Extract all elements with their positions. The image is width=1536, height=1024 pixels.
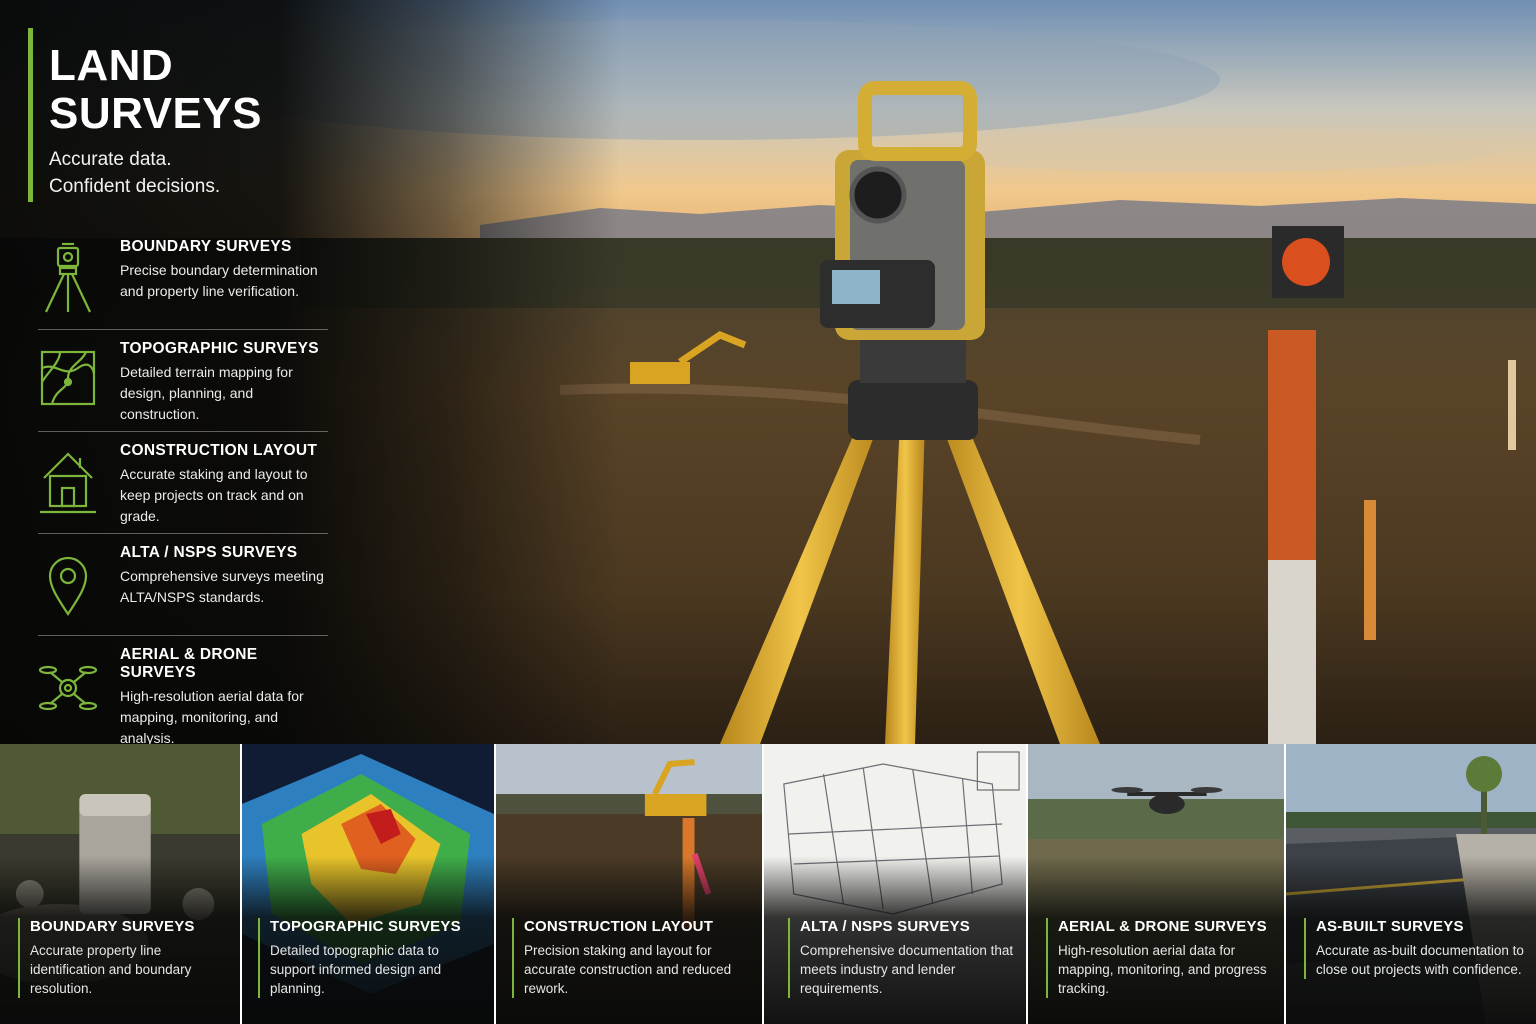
card-title: TOPOGRAPHIC SURVEYS <box>270 918 461 935</box>
service-description: Accurate staking and layout to keep proj… <box>120 466 308 524</box>
service-item-boundary[interactable]: BOUNDARY SURVEYS Precise boundary determ… <box>38 228 328 330</box>
card-shade <box>1286 744 1536 1024</box>
title-block: LAND SURVEYS Accurate data. Confident de… <box>28 28 279 202</box>
service-item-topographic[interactable]: TOPOGRAPHIC SURVEYS Detailed terrain map… <box>38 330 328 432</box>
card-description: High-resolution aerial data for mapping,… <box>1058 943 1267 996</box>
card-description: Accurate as-built documentation to close… <box>1316 943 1524 977</box>
service-description: High-resolution aerial data for mapping,… <box>120 688 304 744</box>
card-description: Precision staking and layout for accurat… <box>524 943 732 996</box>
tagline-line-1: Accurate data. <box>49 149 172 170</box>
topo-map-icon <box>40 350 96 406</box>
card-as-built-surveys[interactable]: AS-BUILT SURVEYS Accurate as-built docum… <box>1286 744 1536 1024</box>
service-title: AERIAL & DRONE SURVEYS <box>120 646 258 681</box>
service-description: Detailed terrain mapping for design, pla… <box>120 364 293 422</box>
card-description: Detailed topographic data to support inf… <box>270 943 442 996</box>
service-item-alta[interactable]: ALTA / NSPS SURVEYS Comprehensive survey… <box>38 534 328 636</box>
services-list: BOUNDARY SURVEYS Precise boundary determ… <box>38 228 328 744</box>
service-title: CONSTRUCTION LAYOUT <box>120 442 318 459</box>
service-description: Precise boundary determination and prope… <box>120 262 318 299</box>
tripod-icon <box>45 242 91 313</box>
card-description: Accurate property line identification an… <box>30 943 192 996</box>
hero-banner: LAND SURVEYS Accurate data. Confident de… <box>0 0 1536 744</box>
card-aerial-drone-surveys[interactable]: AERIAL & DRONE SURVEYS High-resolution a… <box>1028 744 1286 1024</box>
tagline-line-2: Confident decisions. <box>49 176 221 197</box>
card-description: Comprehensive documentation that meets i… <box>800 943 1014 996</box>
location-pin-icon <box>48 556 88 616</box>
service-title: BOUNDARY SURVEYS <box>120 238 292 255</box>
service-title: TOPOGRAPHIC SURVEYS <box>120 340 319 357</box>
service-title: ALTA / NSPS SURVEYS <box>120 544 298 561</box>
service-item-construction[interactable]: CONSTRUCTION LAYOUT Accurate staking and… <box>38 432 328 534</box>
card-title: AS-BUILT SURVEYS <box>1316 918 1464 935</box>
card-title: ALTA / NSPS SURVEYS <box>800 918 970 935</box>
house-layout-icon <box>40 452 96 514</box>
card-title: BOUNDARY SURVEYS <box>30 918 195 935</box>
service-description: Comprehensive surveys meeting ALTA/NSPS … <box>120 568 324 605</box>
service-cards-row: BOUNDARY SURVEYS Accurate property line … <box>0 744 1536 1024</box>
service-item-aerial[interactable]: AERIAL & DRONE SURVEYS High-resolution a… <box>38 636 328 744</box>
card-topographic-surveys[interactable]: TOPOGRAPHIC SURVEYS Detailed topographic… <box>242 744 496 1024</box>
card-construction-layout[interactable]: CONSTRUCTION LAYOUT Precision staking an… <box>496 744 764 1024</box>
card-alta-nsps-surveys[interactable]: ALTA / NSPS SURVEYS Comprehensive docume… <box>764 744 1028 1024</box>
page-title: LAND SURVEYS <box>49 41 262 138</box>
card-boundary-surveys[interactable]: BOUNDARY SURVEYS Accurate property line … <box>0 744 242 1024</box>
card-title: CONSTRUCTION LAYOUT <box>524 918 714 935</box>
drone-icon <box>38 665 98 711</box>
card-title: AERIAL & DRONE SURVEYS <box>1058 918 1267 935</box>
tagline: Accurate data. Confident decisions. <box>49 146 279 200</box>
